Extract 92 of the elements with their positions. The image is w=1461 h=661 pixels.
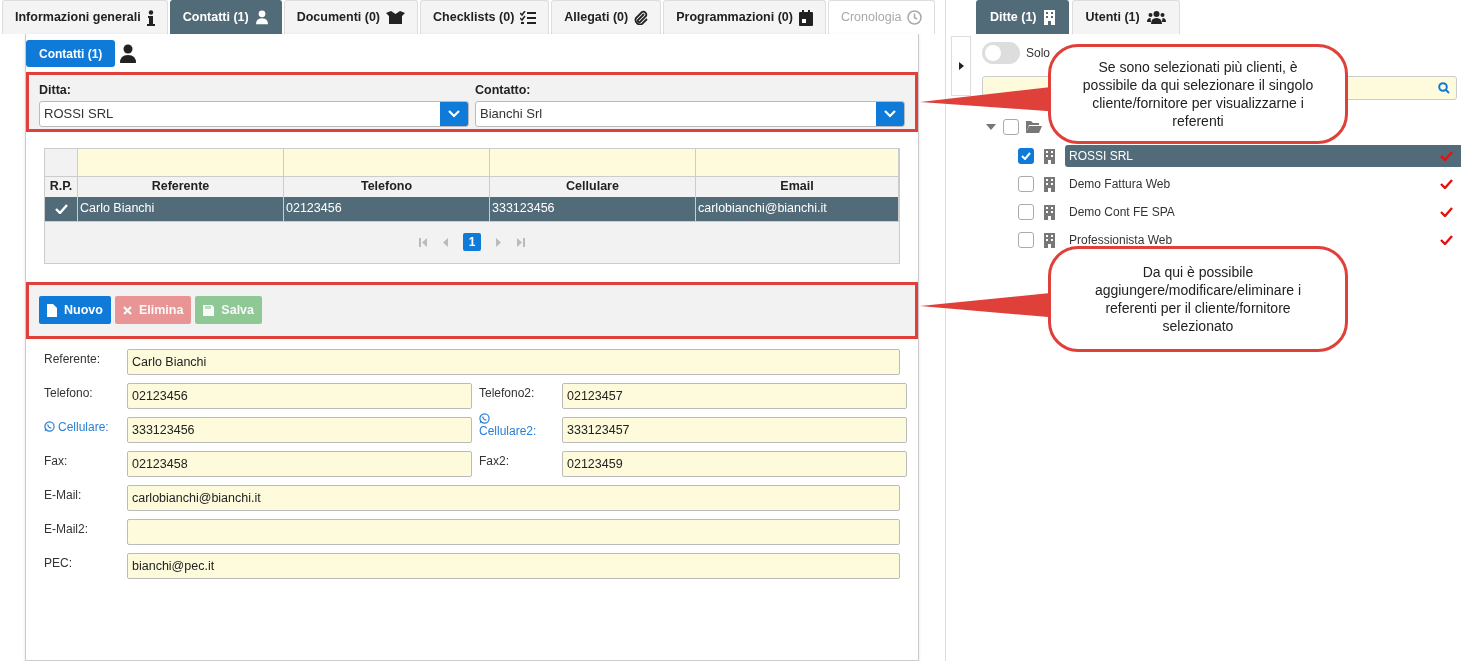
filter-field[interactable] xyxy=(490,148,696,177)
input-field[interactable] xyxy=(127,518,900,545)
building-icon xyxy=(1044,148,1055,164)
check-icon xyxy=(1021,152,1031,160)
previous-page-icon[interactable] xyxy=(441,237,449,247)
filter-field[interactable] xyxy=(696,148,899,177)
field-label: PEC: xyxy=(44,554,73,572)
building-icon xyxy=(1043,10,1055,25)
column-header[interactable]: Cellulare xyxy=(490,176,696,197)
input-field[interactable]: 02123458 xyxy=(127,450,472,477)
filter-field[interactable] xyxy=(78,148,284,177)
user-icon xyxy=(254,10,269,25)
input-field[interactable]: 02123457 xyxy=(562,382,907,409)
tree-item[interactable]: Professionista Web xyxy=(1069,231,1173,249)
page-number[interactable]: 1 xyxy=(463,233,481,252)
table-cell: 333123456 xyxy=(490,196,696,221)
whatsapp-icon xyxy=(44,420,55,432)
building-icon xyxy=(1044,232,1055,248)
field-label: Contatto: xyxy=(475,82,532,99)
filter-field[interactable] xyxy=(284,148,490,177)
tab[interactable]: Ditte (1) xyxy=(976,0,1069,34)
users-icon xyxy=(1146,11,1166,24)
callout: Da qui è possibile aggiungere/modificare/eliminare i referenti per il cliente/fornitore selezionato xyxy=(1048,246,1348,352)
search-icon[interactable] xyxy=(1438,82,1450,94)
input-field[interactable]: Carlo Bianchi xyxy=(127,348,900,375)
checkbox[interactable] xyxy=(1003,119,1019,135)
tab[interactable]: Documenti (0) xyxy=(283,0,419,34)
field-label: Ditta: xyxy=(39,82,72,99)
table-cell: Carlo Bianchi xyxy=(78,196,284,221)
clock-icon xyxy=(907,10,923,25)
user-icon xyxy=(119,43,138,64)
field-label: Cellulare: xyxy=(44,416,127,443)
input-field[interactable]: 02123456 xyxy=(127,382,472,409)
section-button[interactable]: Contatti (1) xyxy=(26,40,116,67)
next-page-icon[interactable] xyxy=(495,237,503,247)
folder-icon xyxy=(1026,121,1042,133)
check-icon xyxy=(1440,151,1453,161)
toggle-switch[interactable] xyxy=(982,42,1020,64)
column-header[interactable]: Email xyxy=(696,176,899,197)
checkbox[interactable] xyxy=(1018,204,1034,220)
building-icon xyxy=(1044,204,1055,220)
input-field[interactable]: bianchi@pec.it xyxy=(127,552,900,579)
check-icon xyxy=(1440,235,1453,245)
document-icon xyxy=(47,303,57,317)
input-field[interactable]: 333123456 xyxy=(127,416,472,443)
input-field[interactable]: 333123457 xyxy=(562,416,907,443)
tree-item[interactable]: Demo Cont FE SPA xyxy=(1069,203,1175,221)
table-cell: carlobianchi@bianchi.it xyxy=(696,196,899,221)
field-label: Referente: xyxy=(44,350,102,368)
first-page-icon[interactable] xyxy=(419,237,427,247)
last-page-icon[interactable] xyxy=(517,237,525,247)
input-field[interactable]: 02123459 xyxy=(562,450,907,477)
column-header[interactable]: Referente xyxy=(78,176,284,197)
field-label: Fax2: xyxy=(479,452,510,470)
caret-icon[interactable] xyxy=(986,124,996,130)
field-label: E-Mail2: xyxy=(44,520,89,538)
whatsapp-icon xyxy=(479,412,490,424)
tab[interactable]: Allegati (0) xyxy=(551,0,662,34)
checkbox[interactable] xyxy=(1018,148,1034,164)
field-label: Telefono2: xyxy=(479,384,536,402)
checkbox[interactable] xyxy=(1018,232,1034,248)
chevron-down-icon xyxy=(884,109,896,118)
column-header[interactable]: R.P. xyxy=(45,176,78,197)
field-label: Fax: xyxy=(44,452,69,470)
calendar-icon xyxy=(798,9,813,26)
tab[interactable]: Contatti (1) xyxy=(169,0,282,34)
field-label: E-Mail: xyxy=(44,486,83,504)
check-icon xyxy=(1440,179,1453,189)
tree-item[interactable]: ROSSI SRL xyxy=(1069,147,1134,165)
check-icon xyxy=(1440,207,1453,217)
checkbox[interactable] xyxy=(1018,176,1034,192)
close-icon xyxy=(122,305,132,315)
building-icon xyxy=(1044,176,1055,192)
chevron-down-icon xyxy=(448,109,460,118)
info-icon xyxy=(146,9,155,26)
column-header[interactable]: Telefono xyxy=(284,176,490,197)
dropdown[interactable]: ROSSI SRL xyxy=(39,100,469,127)
field-label: Telefono: xyxy=(44,384,94,402)
expand-arrow-icon[interactable] xyxy=(958,62,964,70)
field-label: Cellulare2: xyxy=(479,412,562,443)
paperclip-icon xyxy=(634,10,649,25)
tab[interactable]: Checklists (0) xyxy=(420,0,550,34)
checklist-icon xyxy=(520,10,537,25)
dropdown[interactable]: Bianchi Srl xyxy=(475,100,905,127)
toggle-label: Solo xyxy=(1026,45,1051,62)
tab[interactable]: Utenti (1) xyxy=(1071,0,1180,34)
action-button[interactable]: Nuovo xyxy=(39,296,111,325)
tab[interactable]: Informazioni generali xyxy=(2,0,168,34)
tree-item[interactable]: Demo Fattura Web xyxy=(1069,175,1171,193)
input-field[interactable]: carlobianchi@bianchi.it xyxy=(127,484,900,511)
table-cell: 02123456 xyxy=(284,196,490,221)
tab[interactable]: Programmazioni (0) xyxy=(663,0,826,34)
